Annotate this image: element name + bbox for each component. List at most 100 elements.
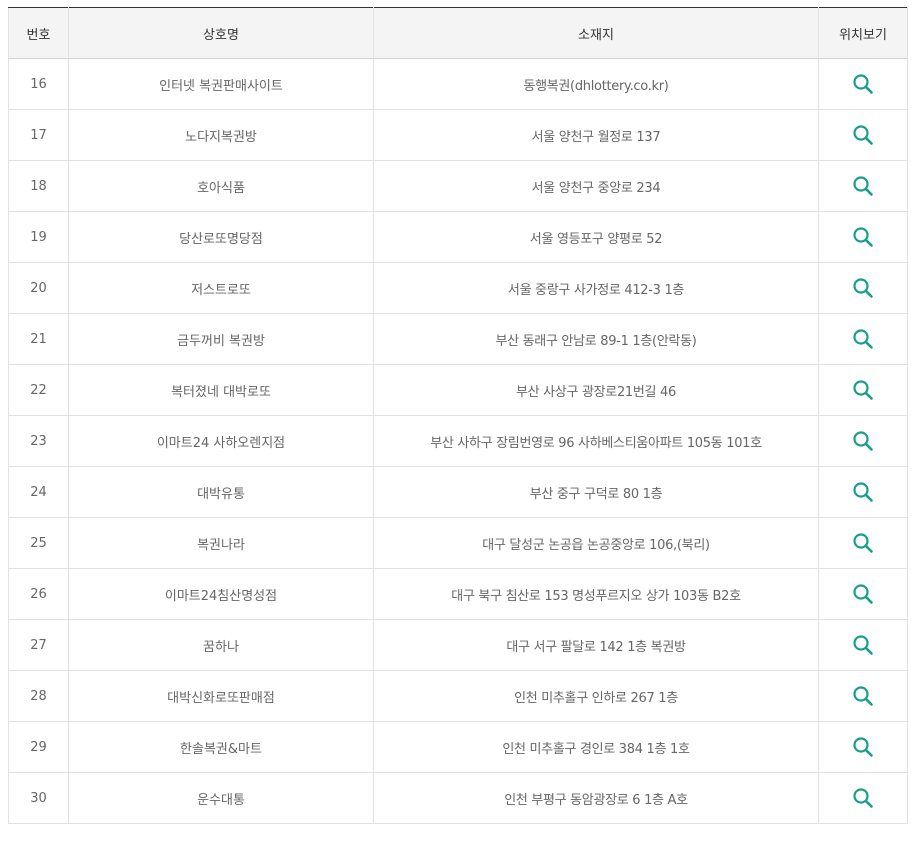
search-icon — [853, 329, 873, 349]
table-row: 17 노다지복권방 서울 양천구 월정로 137 — [8, 109, 908, 161]
row-shop-name: 당산로또명당점 — [68, 211, 374, 263]
header-number: 번호 — [8, 7, 69, 59]
view-location-button[interactable] — [850, 683, 876, 709]
row-location-cell — [818, 568, 908, 620]
row-location-cell — [818, 619, 908, 671]
row-number: 22 — [8, 364, 69, 416]
search-icon — [853, 278, 873, 298]
row-number: 21 — [8, 313, 69, 365]
row-number: 20 — [8, 262, 69, 314]
row-number: 29 — [8, 721, 69, 773]
table-row: 30 운수대통 인천 부평구 동암광장로 6 1층 A호 — [8, 772, 908, 824]
row-shop-name: 저스트로또 — [68, 262, 374, 314]
view-location-button[interactable] — [850, 326, 876, 352]
row-number: 27 — [8, 619, 69, 671]
shop-list-table: 번호 상호명 소재지 위치보기 16 인터넷 복권판매사이트 동행복권(dhlott… — [8, 7, 908, 824]
row-location-cell — [818, 415, 908, 467]
row-number: 17 — [8, 109, 69, 161]
table-body: 16 인터넷 복권판매사이트 동행복권(dhlottery.co.kr) 17 노다지복… — [8, 58, 908, 824]
view-location-button[interactable] — [850, 275, 876, 301]
view-location-button[interactable] — [850, 428, 876, 454]
table-row: 25 복권나라 대구 달성군 논공읍 논공중앙로 106,(북리) — [8, 517, 908, 569]
row-address: 동행복권(dhlottery.co.kr) — [373, 58, 819, 110]
row-number: 16 — [8, 58, 69, 110]
row-shop-name: 복터졌네 대박로또 — [68, 364, 374, 416]
row-address: 대구 달성군 논공읍 논공중앙로 106,(북리) — [373, 517, 819, 569]
view-location-button[interactable] — [850, 785, 876, 811]
table-row: 23 이마트24 사하오렌지점 부산 사하구 장림번영로 96 사하베스티움아파트 … — [8, 415, 908, 467]
view-location-button[interactable] — [850, 581, 876, 607]
search-icon — [853, 227, 873, 247]
view-location-button[interactable] — [850, 122, 876, 148]
row-shop-name: 복권나라 — [68, 517, 374, 569]
row-location-cell — [818, 58, 908, 110]
row-shop-name: 이마트24 사하오렌지점 — [68, 415, 374, 467]
row-shop-name: 대박신화로또판매점 — [68, 670, 374, 722]
row-address: 부산 사상구 광장로21번길 46 — [373, 364, 819, 416]
table-row: 22 복터졌네 대박로또 부산 사상구 광장로21번길 46 — [8, 364, 908, 416]
header-address: 소재지 — [373, 7, 819, 59]
view-location-button[interactable] — [850, 734, 876, 760]
view-location-button[interactable] — [850, 71, 876, 97]
view-location-button[interactable] — [850, 173, 876, 199]
row-shop-name: 운수대통 — [68, 772, 374, 824]
search-icon — [853, 431, 873, 451]
table-row: 29 한솔복권&마트 인천 미추홀구 경인로 384 1층 1호 — [8, 721, 908, 773]
header-shop-name: 상호명 — [68, 7, 374, 59]
row-number: 23 — [8, 415, 69, 467]
row-address: 서울 양천구 중앙로 234 — [373, 160, 819, 212]
row-shop-name: 대박유통 — [68, 466, 374, 518]
search-icon — [853, 533, 873, 553]
view-location-button[interactable] — [850, 479, 876, 505]
row-address: 인천 미추홀구 인하로 267 1층 — [373, 670, 819, 722]
view-location-button[interactable] — [850, 377, 876, 403]
search-icon — [853, 482, 873, 502]
search-icon — [853, 125, 873, 145]
row-number: 25 — [8, 517, 69, 569]
row-number: 28 — [8, 670, 69, 722]
row-address: 대구 서구 팔달로 142 1층 복권방 — [373, 619, 819, 671]
row-shop-name: 한솔복권&마트 — [68, 721, 374, 773]
header-location: 위치보기 — [818, 7, 908, 59]
row-number: 18 — [8, 160, 69, 212]
row-shop-name: 호아식품 — [68, 160, 374, 212]
row-location-cell — [818, 772, 908, 824]
row-number: 30 — [8, 772, 69, 824]
view-location-button[interactable] — [850, 224, 876, 250]
table-row: 21 금두꺼비 복권방 부산 동래구 안남로 89-1 1층(안락동) — [8, 313, 908, 365]
row-shop-name: 노다지복권방 — [68, 109, 374, 161]
search-icon — [853, 788, 873, 808]
view-location-button[interactable] — [850, 530, 876, 556]
row-location-cell — [818, 262, 908, 314]
row-number: 26 — [8, 568, 69, 620]
row-number: 19 — [8, 211, 69, 263]
row-shop-name: 금두꺼비 복권방 — [68, 313, 374, 365]
search-icon — [853, 635, 873, 655]
row-address: 서울 양천구 월정로 137 — [373, 109, 819, 161]
search-icon — [853, 737, 873, 757]
row-location-cell — [818, 466, 908, 518]
row-address: 서울 영등포구 양평로 52 — [373, 211, 819, 263]
search-icon — [853, 74, 873, 94]
table-row: 27 꿈하나 대구 서구 팔달로 142 1층 복권방 — [8, 619, 908, 671]
row-address: 서울 중랑구 사가정로 412-3 1층 — [373, 262, 819, 314]
table-row: 16 인터넷 복권판매사이트 동행복권(dhlottery.co.kr) — [8, 58, 908, 110]
row-location-cell — [818, 160, 908, 212]
header-row: 번호 상호명 소재지 위치보기 — [8, 7, 908, 59]
table-row: 24 대박유통 부산 중구 구덕로 80 1층 — [8, 466, 908, 518]
view-location-button[interactable] — [850, 632, 876, 658]
search-icon — [853, 380, 873, 400]
row-address: 인천 미추홀구 경인로 384 1층 1호 — [373, 721, 819, 773]
row-number: 24 — [8, 466, 69, 518]
row-shop-name: 인터넷 복권판매사이트 — [68, 58, 374, 110]
row-address: 부산 동래구 안남로 89-1 1층(안락동) — [373, 313, 819, 365]
table-row: 20 저스트로또 서울 중랑구 사가정로 412-3 1층 — [8, 262, 908, 314]
table-header: 번호 상호명 소재지 위치보기 — [8, 7, 908, 59]
row-location-cell — [818, 517, 908, 569]
table-row: 18 호아식품 서울 양천구 중앙로 234 — [8, 160, 908, 212]
row-location-cell — [818, 313, 908, 365]
row-shop-name: 이마트24침산명성점 — [68, 568, 374, 620]
search-icon — [853, 686, 873, 706]
row-location-cell — [818, 109, 908, 161]
row-address: 부산 사하구 장림번영로 96 사하베스티움아파트 105동 101호 — [373, 415, 819, 467]
